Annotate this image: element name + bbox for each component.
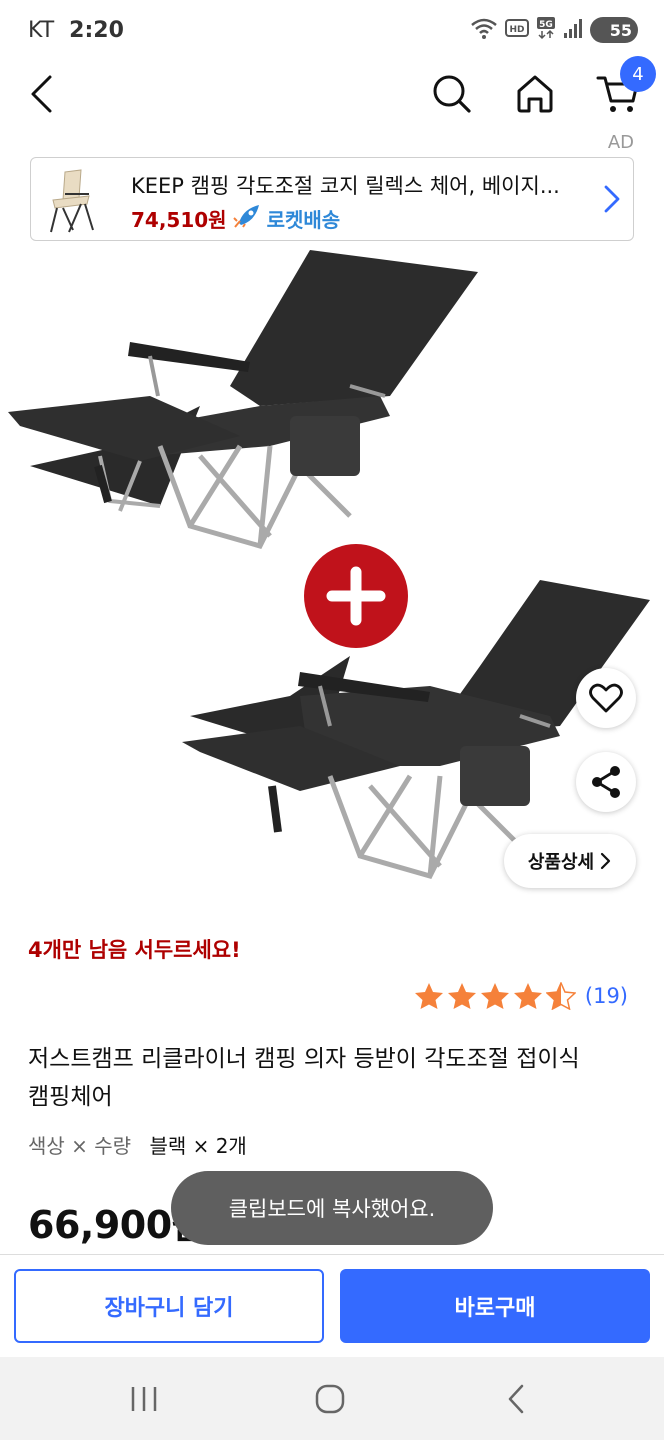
- star-icon: [447, 983, 476, 1009]
- buy-now-button[interactable]: 바로구매: [340, 1269, 650, 1343]
- product-title: 저스트캠프 리클라이너 캠핑 의자 등받이 각도조절 접이식 캠핑체어: [28, 1046, 580, 1110]
- signal-icon: [563, 17, 583, 43]
- svg-text:HD: HD: [509, 25, 524, 35]
- ad-banner[interactable]: KEEP 캠핑 각도조절 코지 릴렉스 체어, 베이지... 74,510원 로…: [30, 157, 634, 241]
- carrier-name: KT: [28, 18, 55, 43]
- top-nav: [0, 62, 664, 124]
- cart-count-badge: 4: [620, 56, 656, 92]
- product-detail-button[interactable]: 상품상세: [504, 834, 636, 888]
- ad-price: 74,510원: [131, 207, 227, 232]
- product-image[interactable]: [0, 246, 664, 910]
- hd-icon: HD: [505, 18, 529, 42]
- system-back-button[interactable]: [492, 1375, 540, 1423]
- system-home-button[interactable]: [306, 1375, 354, 1423]
- back-button[interactable]: [14, 66, 70, 122]
- rocket-delivery-label: 로켓배송: [266, 207, 341, 232]
- option-label: 색상 × 수량: [28, 1134, 132, 1158]
- status-bar-left: KT 2:20: [28, 18, 124, 43]
- battery-indicator: 55: [590, 17, 638, 43]
- rating[interactable]: (19): [414, 982, 628, 1010]
- chevron-right-icon: [603, 184, 621, 218]
- wifi-icon: [470, 16, 498, 44]
- wishlist-button[interactable]: [576, 668, 636, 728]
- clock: 2:20: [69, 18, 124, 43]
- search-button[interactable]: [424, 66, 480, 122]
- search-icon: [433, 75, 471, 113]
- chevron-right-icon: [601, 852, 611, 870]
- option-row: 색상 × 수량 블랙 × 2개: [28, 1130, 247, 1159]
- status-bar-right: HD 5G 55: [470, 16, 638, 44]
- stock-warning: 4개만 남음 서두르세요!: [28, 938, 241, 962]
- star-icon: [480, 983, 509, 1009]
- star-icon: [414, 983, 443, 1009]
- ad-product-thumbnail: [50, 169, 94, 233]
- home-icon: [517, 75, 553, 113]
- ad-label: AD: [607, 132, 634, 153]
- nav-back-icon: [508, 1384, 524, 1414]
- recents-icon: [131, 1387, 157, 1411]
- recents-button[interactable]: [120, 1375, 168, 1423]
- share-icon: [592, 766, 620, 798]
- product-photo-chair-1: [8, 250, 478, 549]
- star-icon: [513, 983, 542, 1009]
- add-to-cart-button[interactable]: 장바구니 담기: [14, 1269, 324, 1343]
- plus-icon: [304, 544, 408, 648]
- share-button[interactable]: [576, 752, 636, 812]
- half-star-icon: [545, 982, 576, 1010]
- back-arrow-icon: [31, 75, 52, 113]
- product-detail-label: 상품상세: [527, 852, 595, 873]
- 5g-icon: 5G: [536, 16, 556, 44]
- system-nav-bar: [0, 1357, 664, 1440]
- battery-level: 55: [609, 20, 632, 40]
- heart-icon: [589, 683, 623, 713]
- home-button[interactable]: [507, 66, 563, 122]
- product-photo-chair-2: [182, 580, 650, 879]
- ad-title: KEEP 캠핑 각도조절 코지 릴렉스 체어, 베이지...: [131, 174, 560, 198]
- svg-text:5G: 5G: [539, 20, 553, 30]
- nav-home-icon: [315, 1384, 345, 1414]
- ad-price-row: 74,510원 로켓배송: [131, 203, 340, 233]
- status-bar: KT 2:20 HD 5G 55: [0, 0, 664, 62]
- option-value: 블랙 × 2개: [149, 1134, 247, 1158]
- review-count[interactable]: (19): [585, 984, 628, 1008]
- bottom-action-bar: 장바구니 담기 바로구매: [0, 1254, 664, 1357]
- rocket-icon: [232, 203, 261, 233]
- toast-message: 클립보드에 복사했어요.: [171, 1171, 493, 1245]
